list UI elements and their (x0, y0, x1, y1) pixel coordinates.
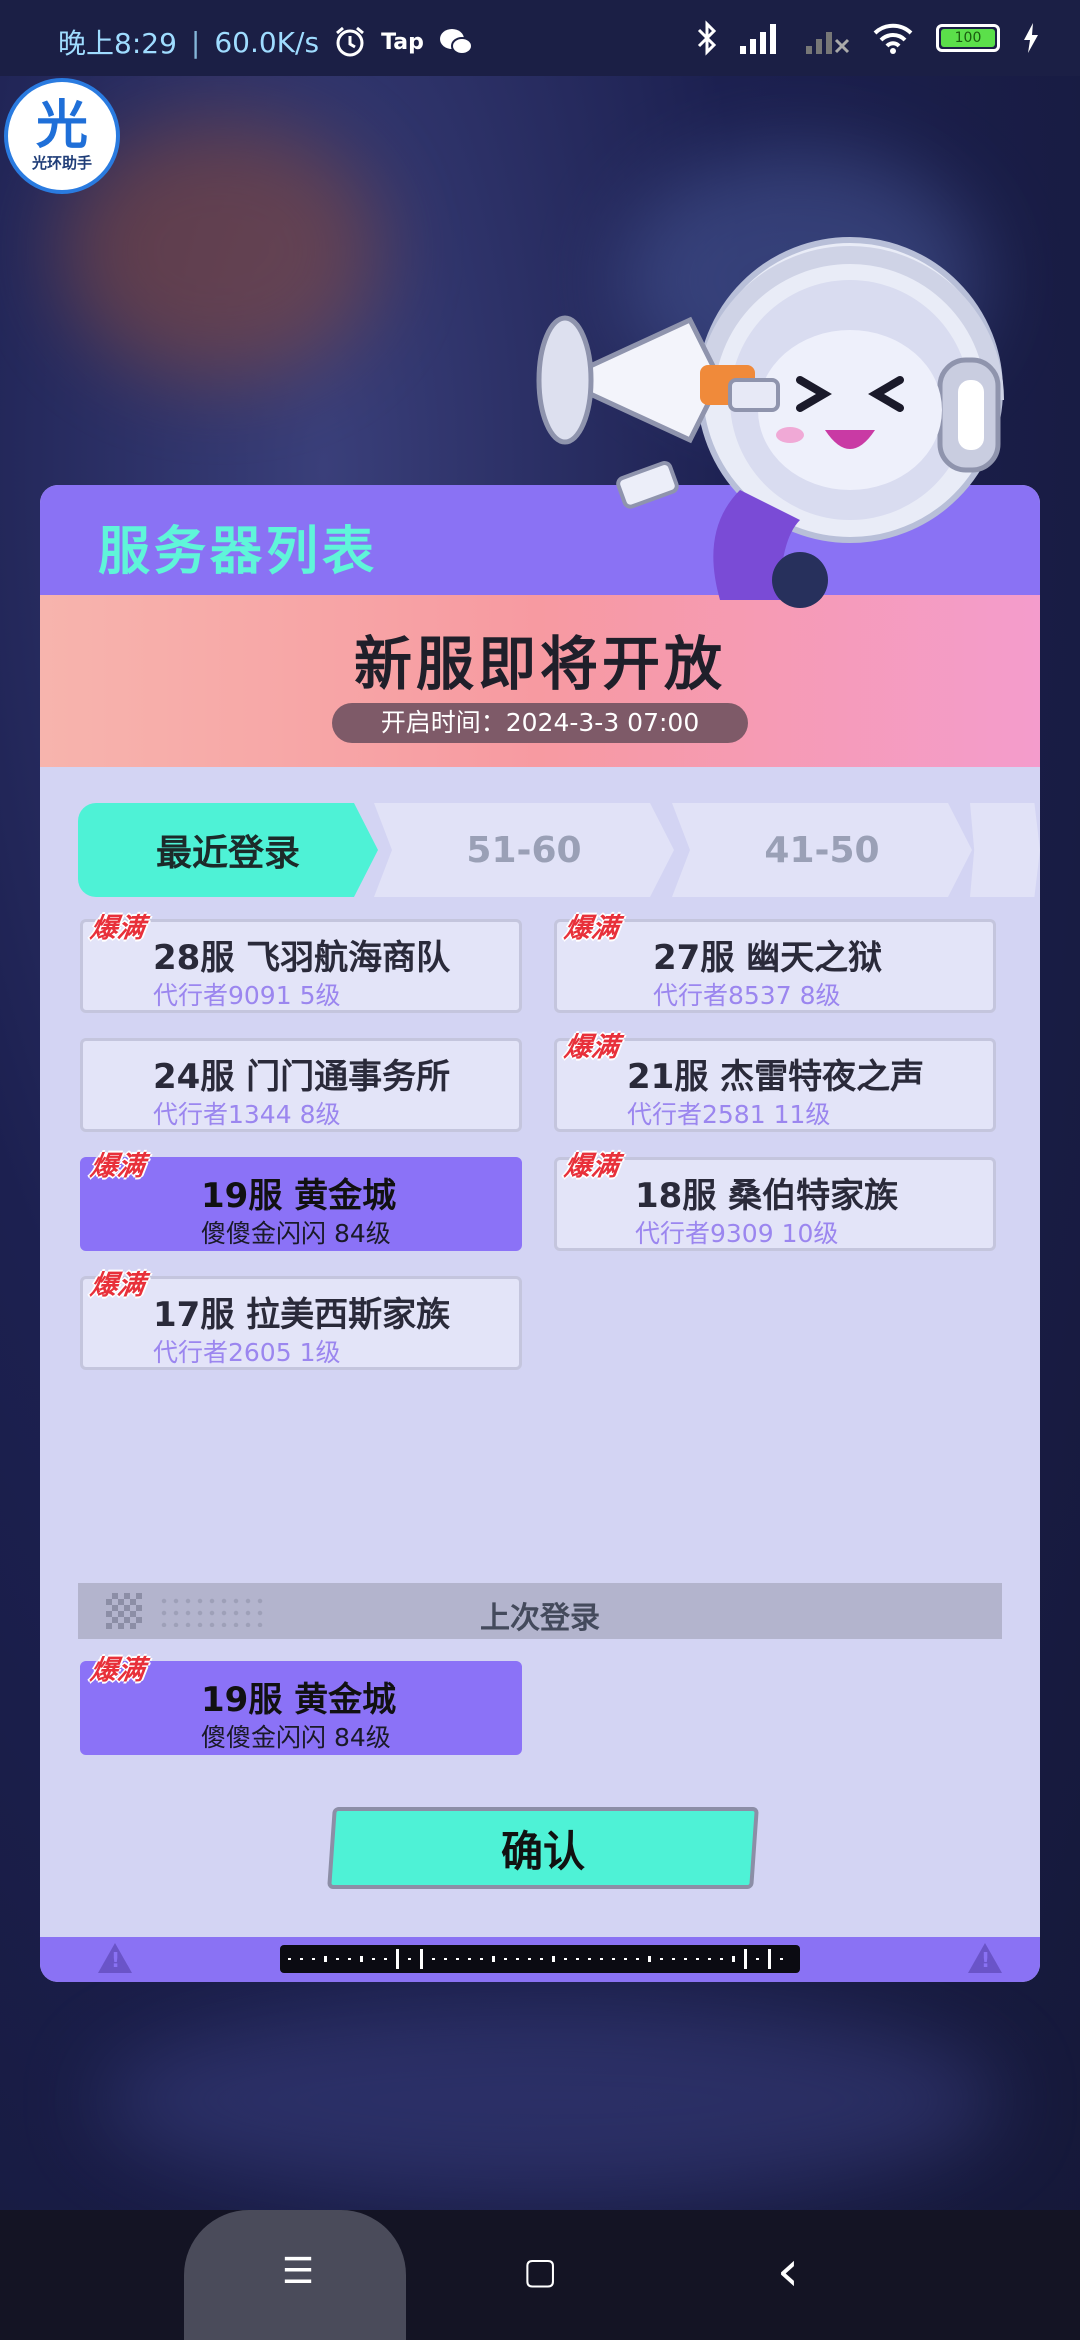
menu-icon[interactable]: ☰ (278, 2252, 318, 2292)
new-server-banner: 新服即将开放 开启时间：2024-3-3 07:00 (40, 595, 1040, 767)
full-badge: 爆满 (88, 913, 147, 944)
server-name: 19服 黄金城 (201, 1176, 397, 1216)
confirm-label: 确认 (500, 1826, 585, 1876)
server-character: 代行者2605 1级 (153, 1338, 341, 1367)
server-card-18[interactable]: 爆满 18服 桑伯特家族 代行者9309 10级 (554, 1151, 996, 1251)
server-name: 19服 黄金城 (201, 1680, 397, 1720)
signal-icon (740, 24, 776, 54)
server-card-17[interactable]: 爆满 17服 拉美西斯家族 代行者2605 1级 (80, 1270, 522, 1370)
server-name: 28服 飞羽航海商队 (153, 938, 451, 978)
server-card-21[interactable]: 爆满 21服 杰雷特夜之声 代行者2581 11级 (554, 1032, 996, 1132)
server-card-24[interactable]: 24服 门门通事务所 代行者1344 8级 (80, 1038, 522, 1132)
server-character: 代行者8537 8级 (653, 981, 841, 1010)
network-speed: 60.0K/s (214, 25, 320, 59)
server-character: 傻傻金闪闪 84级 (201, 1723, 391, 1752)
warning-icon: ! (968, 1943, 1002, 1973)
status-bar: 晚上8:29 | 60.0K/s Tap 100 (0, 0, 1080, 76)
server-character: 代行者9091 5级 (153, 981, 341, 1010)
tab-recent-login[interactable]: 最近登录 (78, 803, 378, 897)
full-badge: 爆满 (88, 1270, 147, 1301)
wifi-icon (873, 23, 913, 54)
server-character: 代行者9309 10级 (635, 1219, 839, 1248)
full-badge: 爆满 (562, 1032, 621, 1063)
tab-41-50[interactable]: 41-50 (672, 803, 972, 897)
status-time: 晚上8:29 (58, 27, 177, 60)
server-character: 代行者1344 8级 (153, 1100, 341, 1129)
banner-title: 新服即将开放 (353, 630, 726, 698)
server-name: 27服 幽天之狱 (653, 938, 883, 978)
full-badge: 爆满 (562, 1151, 621, 1182)
status-separator: | (190, 25, 201, 59)
wechat-icon (439, 29, 473, 55)
charging-icon (1024, 23, 1038, 53)
background-blur (100, 2000, 1000, 2200)
last-login-label: 上次登录 (480, 1601, 600, 1636)
server-name: 21服 杰雷特夜之声 (627, 1057, 925, 1097)
system-nav-bar: ☰ ▢ ‹ (0, 2210, 1080, 2340)
signal-off-icon (806, 32, 850, 54)
tab-51-60[interactable]: 51-60 (374, 803, 674, 897)
server-name: 17服 拉美西斯家族 (153, 1295, 451, 1335)
tab-more[interactable] (970, 803, 1040, 897)
panel-footer: ! ! (40, 1937, 1040, 1982)
confirm-button[interactable]: 确认 (327, 1807, 759, 1889)
full-badge: 爆满 (88, 1655, 147, 1686)
assistant-logo-char: 光 (35, 95, 88, 156)
full-badge: 爆满 (562, 913, 621, 944)
server-character: 代行者2581 11级 (627, 1100, 831, 1129)
server-tabs: 最近登录 51-60 41-50 (78, 803, 1040, 899)
banner-open-time: 开启时间：2024-3-3 07:00 (332, 703, 748, 743)
home-icon[interactable]: ▢ (520, 2252, 560, 2292)
panel-title: 服务器列表 (98, 522, 379, 582)
server-character: 傻傻金闪闪 84级 (201, 1219, 391, 1248)
server-list-panel: 服务器列表 新服即将开放 开启时间：2024-3-3 07:00 最近登录 51… (40, 485, 1040, 1982)
mascot-illustration (536, 237, 1004, 608)
server-card-19[interactable]: 爆满 19服 黄金城 傻傻金闪闪 84级 (80, 1151, 522, 1251)
server-card-27[interactable]: 爆满 27服 幽天之狱 代行者8537 8级 (554, 913, 996, 1013)
server-name: 18服 桑伯特家族 (635, 1176, 899, 1216)
alarm-icon (336, 26, 365, 57)
bluetooth-icon (697, 20, 717, 56)
barcode-decoration (280, 1945, 800, 1973)
full-badge: 爆满 (88, 1151, 147, 1182)
last-login-header: 上次登录 (78, 1583, 1002, 1639)
server-name: 24服 门门通事务所 (153, 1057, 451, 1097)
back-icon[interactable]: ‹ (768, 2244, 808, 2300)
last-login-server-card[interactable]: 爆满 19服 黄金城 傻傻金闪闪 84级 (80, 1655, 522, 1755)
assistant-logo-text: 光环助手 (31, 153, 92, 172)
battery-icon: 100 (936, 24, 1000, 52)
server-card-28[interactable]: 爆满 28服 飞羽航海商队 代行者9091 5级 (80, 913, 522, 1013)
assistant-float-button[interactable]: 光 光环助手 (4, 78, 120, 194)
tap-icon: Tap (381, 29, 424, 55)
warning-icon: ! (98, 1943, 132, 1973)
